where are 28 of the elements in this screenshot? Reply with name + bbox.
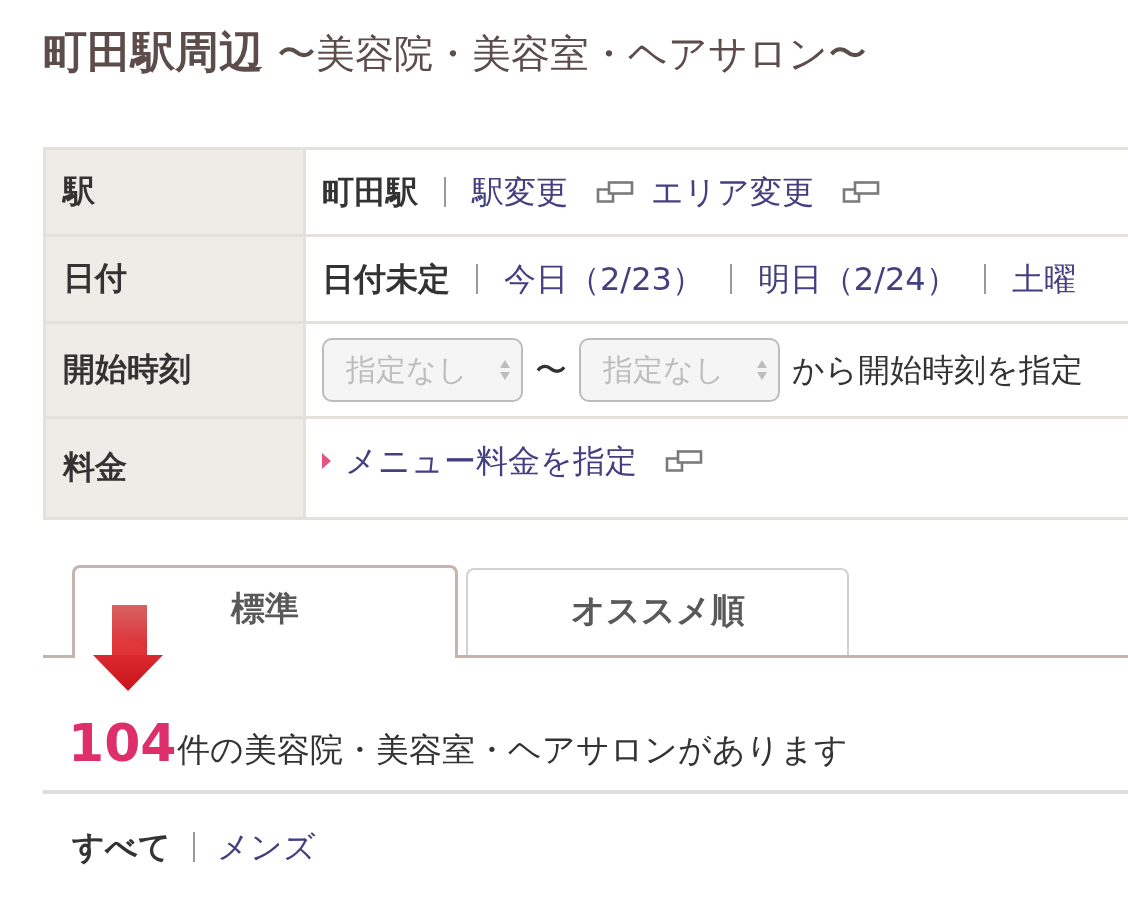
condition-label: 駅 xyxy=(44,148,305,236)
date-option[interactable]: 日付未定 xyxy=(322,257,450,301)
price-link[interactable]: メニュー料金を指定 xyxy=(345,439,637,483)
change-link[interactable]: 駅変更 xyxy=(472,170,568,214)
filter-option[interactable]: すべて xyxy=(72,827,171,867)
filter-option[interactable]: メンズ xyxy=(217,827,316,867)
down-arrow-icon xyxy=(93,605,163,691)
condition-label: 料金 xyxy=(44,417,305,519)
range-separator: 〜 xyxy=(535,350,567,391)
triangle-bullet-icon xyxy=(322,453,331,469)
time-note: から開始時刻を指定 xyxy=(792,350,1083,391)
sort-tab[interactable]: 標準 xyxy=(72,565,458,658)
updown-arrow-icon xyxy=(499,358,511,382)
condition-label: 日付 xyxy=(44,235,305,323)
condition-label: 開始時刻 xyxy=(44,322,305,418)
sort-tab[interactable]: オススメ順 xyxy=(466,568,849,655)
updown-arrow-icon xyxy=(756,358,768,382)
date-option[interactable]: 明日（2/24） xyxy=(757,257,958,301)
overlapping-windows-icon[interactable] xyxy=(842,181,880,203)
current-station: 町田駅 xyxy=(322,172,418,213)
page-subtitle: 〜美容院・美容室・ヘアサロン〜 xyxy=(277,31,868,76)
date-option[interactable]: 今日（2/23） xyxy=(504,257,704,301)
result-count-text: 104件の美容院・美容室・ヘアサロンがあります xyxy=(68,712,848,775)
date-option[interactable]: 土曜 xyxy=(1011,257,1076,301)
page-title: 町田駅周辺 xyxy=(43,26,263,77)
overlapping-windows-icon[interactable] xyxy=(596,181,634,203)
change-link[interactable]: エリア変更 xyxy=(651,170,814,214)
overlapping-windows-icon[interactable] xyxy=(665,450,703,472)
